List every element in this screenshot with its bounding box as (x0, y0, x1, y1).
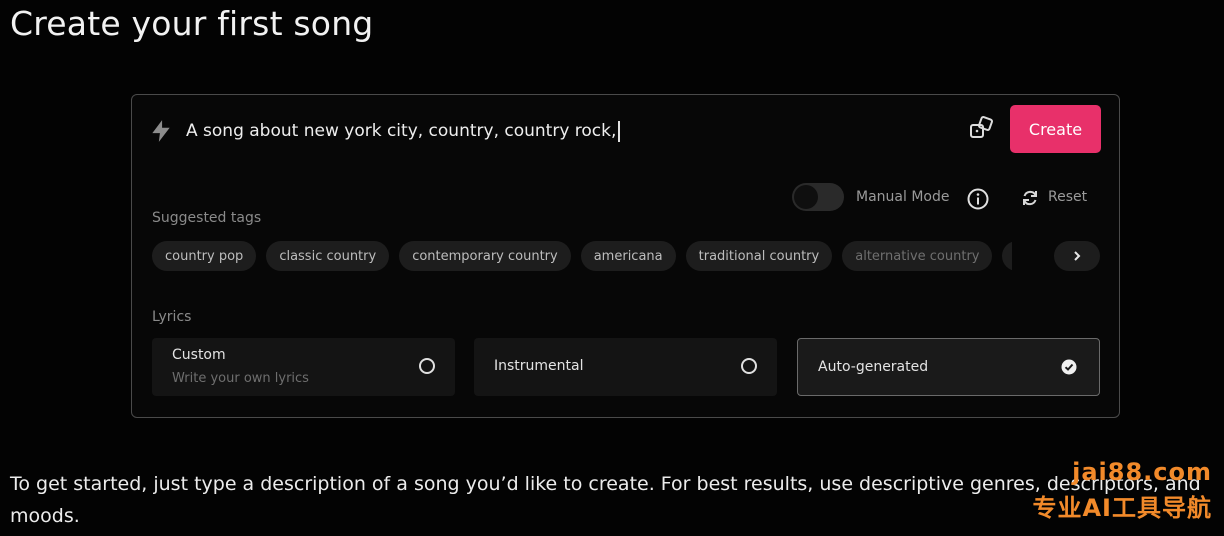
lyrics-option-custom[interactable]: Custom Write your own lyrics (152, 338, 455, 396)
lyrics-label: Lyrics (152, 309, 192, 325)
radio-unselected-icon (419, 358, 435, 374)
option-title: Custom (172, 347, 226, 363)
watermark-tagline: 专业AI工具导航 (1032, 494, 1212, 522)
tag-chip[interactable]: americana (580, 241, 676, 271)
manual-mode-label: Manual Mode (856, 189, 950, 205)
tag-chip[interactable]: classic country (266, 241, 390, 271)
check-circle-icon (1061, 359, 1077, 375)
lyrics-option-instrumental[interactable]: Instrumental (474, 338, 777, 396)
watermark: jai88.com 专业AI工具导航 (1032, 458, 1212, 523)
toggle-knob (794, 185, 818, 209)
suggested-tags-label: Suggested tags (152, 210, 262, 226)
page-title: Create your first song (10, 4, 374, 43)
lightning-icon (148, 118, 174, 144)
radio-unselected-icon (741, 358, 757, 374)
create-button[interactable]: Create (1010, 105, 1101, 153)
option-subtitle: Write your own lyrics (172, 371, 309, 386)
reset-button[interactable]: Reset (1048, 189, 1087, 205)
text-cursor (618, 120, 621, 142)
tag-chip[interactable]: traditional country (685, 241, 833, 271)
option-title: Auto-generated (818, 359, 929, 375)
chevron-right-icon (1074, 251, 1081, 261)
tag-chip[interactable]: country pop (152, 241, 257, 271)
watermark-url: jai88.com (1072, 458, 1212, 486)
tags-next-button[interactable] (1054, 241, 1100, 271)
tag-chip[interactable]: contemporary country (399, 241, 571, 271)
reset-icon[interactable] (1020, 188, 1040, 208)
song-creation-card: A song about new york city, country, cou… (131, 94, 1120, 418)
tag-chip[interactable]: tr (1002, 241, 1012, 271)
prompt-row[interactable]: A song about new york city, country, cou… (148, 113, 621, 149)
manual-mode-toggle[interactable] (792, 183, 844, 211)
random-prompt-icon[interactable] (968, 115, 996, 143)
info-icon[interactable] (966, 187, 990, 211)
tag-chip[interactable]: alternative country (842, 241, 993, 271)
lyrics-option-auto-generated[interactable]: Auto-generated (797, 338, 1100, 396)
suggested-tags-list: country pop classic country contemporary… (152, 241, 1012, 271)
option-title: Instrumental (494, 358, 584, 374)
song-description-input[interactable]: A song about new york city, country, cou… (186, 121, 616, 141)
